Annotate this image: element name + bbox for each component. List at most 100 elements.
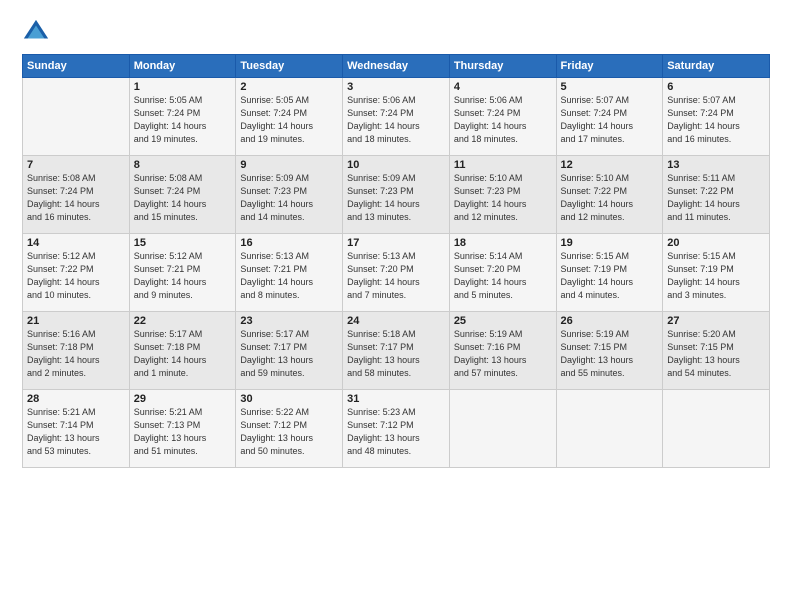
day-number: 23 xyxy=(240,315,338,327)
header-row: SundayMondayTuesdayWednesdayThursdayFrid… xyxy=(23,55,770,78)
page: SundayMondayTuesdayWednesdayThursdayFrid… xyxy=(0,0,792,612)
day-info: Sunrise: 5:17 AM Sunset: 7:18 PM Dayligh… xyxy=(134,328,232,380)
day-cell: 20Sunrise: 5:15 AM Sunset: 7:19 PM Dayli… xyxy=(663,234,770,312)
day-cell: 2Sunrise: 5:05 AM Sunset: 7:24 PM Daylig… xyxy=(236,78,343,156)
day-info: Sunrise: 5:14 AM Sunset: 7:20 PM Dayligh… xyxy=(454,250,552,302)
day-info: Sunrise: 5:19 AM Sunset: 7:16 PM Dayligh… xyxy=(454,328,552,380)
day-info: Sunrise: 5:18 AM Sunset: 7:17 PM Dayligh… xyxy=(347,328,445,380)
day-cell: 13Sunrise: 5:11 AM Sunset: 7:22 PM Dayli… xyxy=(663,156,770,234)
day-info: Sunrise: 5:09 AM Sunset: 7:23 PM Dayligh… xyxy=(347,172,445,224)
logo xyxy=(22,18,54,46)
day-cell: 21Sunrise: 5:16 AM Sunset: 7:18 PM Dayli… xyxy=(23,312,130,390)
day-info: Sunrise: 5:10 AM Sunset: 7:22 PM Dayligh… xyxy=(561,172,659,224)
day-number: 29 xyxy=(134,393,232,405)
day-info: Sunrise: 5:17 AM Sunset: 7:17 PM Dayligh… xyxy=(240,328,338,380)
day-cell: 14Sunrise: 5:12 AM Sunset: 7:22 PM Dayli… xyxy=(23,234,130,312)
day-cell: 28Sunrise: 5:21 AM Sunset: 7:14 PM Dayli… xyxy=(23,390,130,468)
day-number: 2 xyxy=(240,81,338,93)
week-row-1: 1Sunrise: 5:05 AM Sunset: 7:24 PM Daylig… xyxy=(23,78,770,156)
day-number: 27 xyxy=(667,315,765,327)
day-info: Sunrise: 5:05 AM Sunset: 7:24 PM Dayligh… xyxy=(134,94,232,146)
day-cell: 19Sunrise: 5:15 AM Sunset: 7:19 PM Dayli… xyxy=(556,234,663,312)
day-number: 12 xyxy=(561,159,659,171)
day-info: Sunrise: 5:05 AM Sunset: 7:24 PM Dayligh… xyxy=(240,94,338,146)
day-info: Sunrise: 5:07 AM Sunset: 7:24 PM Dayligh… xyxy=(667,94,765,146)
day-number: 24 xyxy=(347,315,445,327)
day-number: 5 xyxy=(561,81,659,93)
day-number: 9 xyxy=(240,159,338,171)
day-number: 8 xyxy=(134,159,232,171)
day-info: Sunrise: 5:06 AM Sunset: 7:24 PM Dayligh… xyxy=(347,94,445,146)
week-row-2: 7 Sunrise: 5:08 AM Sunset: 7:24 PM Daylig… xyxy=(23,156,770,234)
day-cell: 3Sunrise: 5:06 AM Sunset: 7:24 PM Daylig… xyxy=(343,78,450,156)
day-cell: 30Sunrise: 5:22 AM Sunset: 7:12 PM Dayli… xyxy=(236,390,343,468)
day-number: 22 xyxy=(134,315,232,327)
day-info: Sunrise: 5:22 AM Sunset: 7:12 PM Dayligh… xyxy=(240,406,338,458)
day-cell: 4Sunrise: 5:06 AM Sunset: 7:24 PM Daylig… xyxy=(449,78,556,156)
day-info: Sunrise: 5:23 AM Sunset: 7:12 PM Dayligh… xyxy=(347,406,445,458)
week-row-4: 21Sunrise: 5:16 AM Sunset: 7:18 PM Dayli… xyxy=(23,312,770,390)
day-cell: 1Sunrise: 5:05 AM Sunset: 7:24 PM Daylig… xyxy=(129,78,236,156)
day-info: Sunrise: 5:15 AM Sunset: 7:19 PM Dayligh… xyxy=(561,250,659,302)
day-number: 17 xyxy=(347,237,445,249)
day-cell xyxy=(663,390,770,468)
day-cell: 11Sunrise: 5:10 AM Sunset: 7:23 PM Dayli… xyxy=(449,156,556,234)
day-cell: 16Sunrise: 5:13 AM Sunset: 7:21 PM Dayli… xyxy=(236,234,343,312)
day-cell: 24Sunrise: 5:18 AM Sunset: 7:17 PM Dayli… xyxy=(343,312,450,390)
day-number: 3 xyxy=(347,81,445,93)
day-number: 19 xyxy=(561,237,659,249)
day-number: 16 xyxy=(240,237,338,249)
day-header-saturday: Saturday xyxy=(663,55,770,78)
day-number: 25 xyxy=(454,315,552,327)
day-info: Sunrise: 5:08 AM Sunset: 7:24 PM Dayligh… xyxy=(134,172,232,224)
day-number: 28 xyxy=(27,393,125,405)
day-info: Sunrise: 5:07 AM Sunset: 7:24 PM Dayligh… xyxy=(561,94,659,146)
calendar-table: SundayMondayTuesdayWednesdayThursdayFrid… xyxy=(22,54,770,468)
day-info: Sunrise: 5:21 AM Sunset: 7:13 PM Dayligh… xyxy=(134,406,232,458)
day-cell: 8Sunrise: 5:08 AM Sunset: 7:24 PM Daylig… xyxy=(129,156,236,234)
day-cell: 6Sunrise: 5:07 AM Sunset: 7:24 PM Daylig… xyxy=(663,78,770,156)
day-number: 21 xyxy=(27,315,125,327)
day-header-tuesday: Tuesday xyxy=(236,55,343,78)
day-info: Sunrise: 5:09 AM Sunset: 7:23 PM Dayligh… xyxy=(240,172,338,224)
day-info: Sunrise: 5:06 AM Sunset: 7:24 PM Dayligh… xyxy=(454,94,552,146)
day-info: Sunrise: 5:21 AM Sunset: 7:14 PM Dayligh… xyxy=(27,406,125,458)
day-number: 15 xyxy=(134,237,232,249)
day-cell: 27Sunrise: 5:20 AM Sunset: 7:15 PM Dayli… xyxy=(663,312,770,390)
day-number: 14 xyxy=(27,237,125,249)
day-cell: 31Sunrise: 5:23 AM Sunset: 7:12 PM Dayli… xyxy=(343,390,450,468)
day-cell xyxy=(556,390,663,468)
logo-icon xyxy=(22,18,50,46)
day-number: 6 xyxy=(667,81,765,93)
day-header-thursday: Thursday xyxy=(449,55,556,78)
day-number: 13 xyxy=(667,159,765,171)
day-info: Sunrise: 5:12 AM Sunset: 7:22 PM Dayligh… xyxy=(27,250,125,302)
day-number: 31 xyxy=(347,393,445,405)
day-header-monday: Monday xyxy=(129,55,236,78)
day-info: Sunrise: 5:10 AM Sunset: 7:23 PM Dayligh… xyxy=(454,172,552,224)
day-header-friday: Friday xyxy=(556,55,663,78)
day-cell: 10Sunrise: 5:09 AM Sunset: 7:23 PM Dayli… xyxy=(343,156,450,234)
day-number: 1 xyxy=(134,81,232,93)
day-number: 10 xyxy=(347,159,445,171)
day-cell: 7Sunrise: 5:08 AM Sunset: 7:24 PM Daylig… xyxy=(23,156,130,234)
day-cell: 17Sunrise: 5:13 AM Sunset: 7:20 PM Dayli… xyxy=(343,234,450,312)
day-number: 7 xyxy=(27,159,125,171)
day-header-wednesday: Wednesday xyxy=(343,55,450,78)
day-cell: 5Sunrise: 5:07 AM Sunset: 7:24 PM Daylig… xyxy=(556,78,663,156)
day-header-sunday: Sunday xyxy=(23,55,130,78)
day-info: Sunrise: 5:20 AM Sunset: 7:15 PM Dayligh… xyxy=(667,328,765,380)
week-row-3: 14Sunrise: 5:12 AM Sunset: 7:22 PM Dayli… xyxy=(23,234,770,312)
day-number: 4 xyxy=(454,81,552,93)
day-cell: 22Sunrise: 5:17 AM Sunset: 7:18 PM Dayli… xyxy=(129,312,236,390)
day-cell: 18Sunrise: 5:14 AM Sunset: 7:20 PM Dayli… xyxy=(449,234,556,312)
day-number: 30 xyxy=(240,393,338,405)
day-info: Sunrise: 5:12 AM Sunset: 7:21 PM Dayligh… xyxy=(134,250,232,302)
day-cell: 29Sunrise: 5:21 AM Sunset: 7:13 PM Dayli… xyxy=(129,390,236,468)
day-number: 11 xyxy=(454,159,552,171)
day-number: 26 xyxy=(561,315,659,327)
day-cell: 15Sunrise: 5:12 AM Sunset: 7:21 PM Dayli… xyxy=(129,234,236,312)
day-number: 18 xyxy=(454,237,552,249)
day-info: Sunrise: 5:16 AM Sunset: 7:18 PM Dayligh… xyxy=(27,328,125,380)
day-info: Sunrise: 5:15 AM Sunset: 7:19 PM Dayligh… xyxy=(667,250,765,302)
